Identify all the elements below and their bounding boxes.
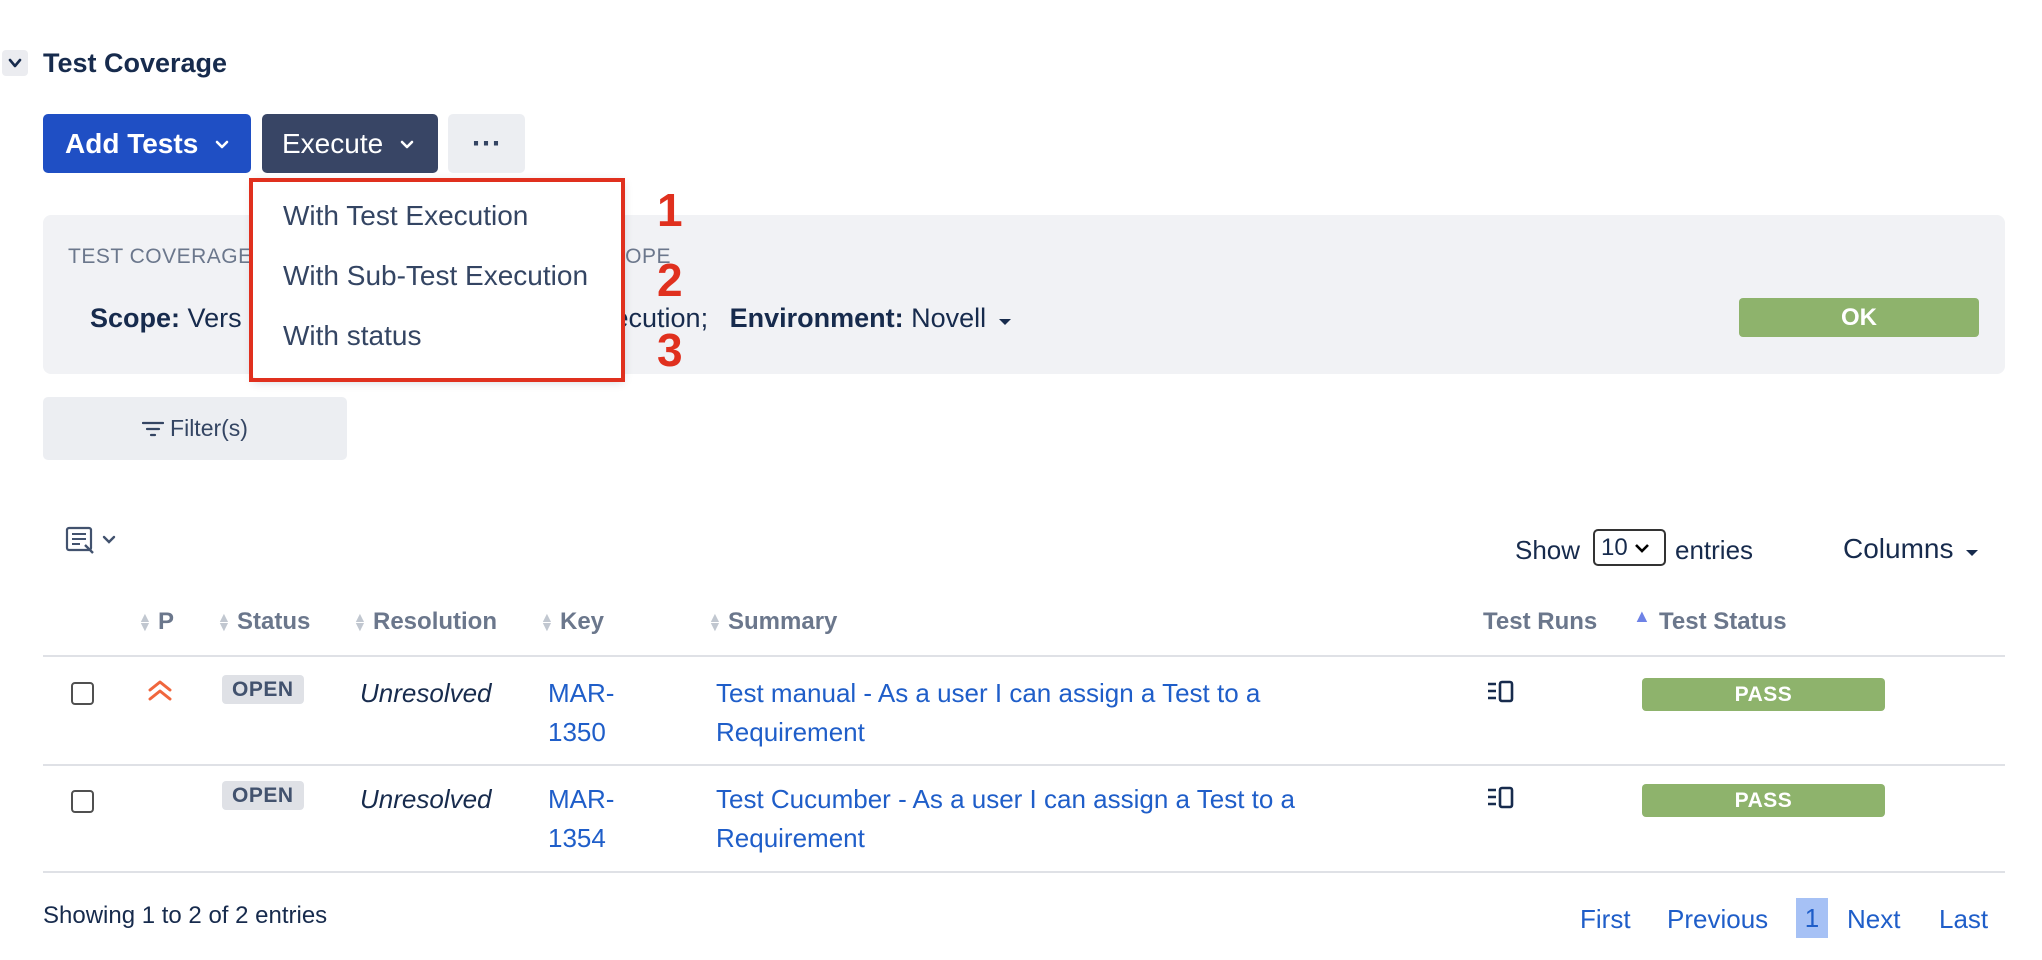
resolution-value: Unresolved: [360, 678, 492, 708]
page-size-select[interactable]: 10: [1593, 529, 1666, 566]
row-checkbox[interactable]: [71, 790, 94, 813]
scope-label: Scope:: [90, 303, 181, 333]
annotation-number-1: 1: [657, 184, 683, 236]
environment-value: Novell: [911, 303, 987, 333]
view-options-button[interactable]: [65, 525, 117, 555]
sort-icon: ▲ ▼: [138, 609, 152, 634]
column-header-resolution[interactable]: ▲ ▼ Resolution: [353, 608, 497, 636]
caret-down-icon: [1966, 550, 1979, 556]
filter-button[interactable]: Filter(s): [43, 397, 347, 460]
pagination-first[interactable]: First: [1580, 904, 1631, 935]
summary-line: Test manual - As a user I can assign a T…: [716, 678, 1261, 708]
status-lozenge: OPEN: [222, 675, 304, 704]
sort-ascending-icon: ▲: [1633, 605, 1651, 626]
column-header-test-status[interactable]: ▲ Test Status: [1633, 605, 1787, 636]
issue-key-link[interactable]: MAR- 1350: [548, 674, 614, 752]
column-header-label: Status: [237, 608, 311, 635]
column-header-label: P: [158, 608, 175, 635]
chevron-down-icon: [215, 140, 229, 148]
issue-key-line: MAR-: [548, 678, 615, 708]
test-status-badge: PASS: [1642, 784, 1885, 817]
sort-icon: ▲ ▼: [708, 609, 722, 634]
summary-link[interactable]: Test manual - As a user I can assign a T…: [716, 674, 1260, 752]
issue-status: OPEN: [222, 675, 304, 704]
section-title: Test Coverage: [43, 48, 228, 78]
column-header-label: Test Runs: [1483, 608, 1598, 635]
table-header-divider: [43, 655, 2005, 657]
entries-label: entries: [1675, 535, 1754, 565]
chevron-down-icon: [8, 58, 22, 68]
chevron-down-icon: [102, 535, 116, 544]
pagination-previous[interactable]: Previous: [1667, 904, 1768, 935]
ellipsis-icon: ⋯: [471, 127, 502, 160]
test-status-badge: PASS: [1642, 678, 1885, 711]
columns-button[interactable]: Columns: [1843, 533, 1979, 565]
environment-selector[interactable]: Novell: [911, 303, 1012, 333]
column-header-test-runs: Test Runs: [1483, 608, 1597, 636]
row-divider: [43, 764, 2005, 766]
panel-label-test-coverage: TEST COVERAGE: [68, 245, 253, 268]
execute-button[interactable]: Execute: [262, 114, 438, 173]
issue-key-line: 1350: [548, 717, 606, 747]
column-header-label: Test Status: [1659, 608, 1787, 635]
chevron-down-icon: [400, 140, 414, 148]
annotation-highlight-box: [249, 178, 625, 382]
showing-entries-text: Showing 1 to 2 of 2 entries: [43, 902, 328, 929]
issue-status: OPEN: [222, 781, 304, 810]
sort-icon: ▲ ▼: [540, 609, 554, 634]
column-header-label: Key: [560, 608, 605, 635]
annotation-number-3: 3: [657, 324, 683, 376]
add-tests-button[interactable]: Add Tests: [43, 114, 251, 173]
annotation-number-2: 2: [657, 254, 683, 306]
column-header-status[interactable]: ▲ ▼ Status: [217, 608, 310, 636]
resolution-value: Unresolved: [360, 784, 492, 814]
section-collapse-toggle[interactable]: [2, 50, 28, 76]
environment-label: Environment:: [729, 303, 904, 333]
list-view-icon: [65, 526, 94, 554]
summary-line: Requirement: [716, 823, 865, 853]
summary-line: Requirement: [716, 717, 865, 747]
pagination-last[interactable]: Last: [1939, 904, 1988, 935]
issue-key-link[interactable]: MAR- 1354: [548, 780, 614, 858]
more-actions-button[interactable]: ⋯: [448, 114, 525, 173]
column-header-label: Summary: [728, 608, 838, 635]
summary-link[interactable]: Test Cucumber - As a user I can assign a…: [716, 780, 1295, 858]
row-checkbox[interactable]: [71, 682, 94, 705]
chevron-down-icon: [1634, 543, 1649, 553]
execute-label: Execute: [282, 127, 384, 159]
page-size-value: 10: [1601, 533, 1628, 561]
filter-icon: [142, 421, 165, 436]
column-header-summary[interactable]: ▲ ▼ Summary: [708, 608, 837, 636]
pagination-current-page[interactable]: 1: [1796, 898, 1828, 938]
add-tests-label: Add Tests: [65, 127, 199, 159]
scope-row: Scope: Vers: [90, 303, 242, 334]
scope-value: Vers: [187, 303, 242, 333]
test-runs-icon[interactable]: [1486, 784, 1516, 817]
row-divider: [43, 871, 2005, 873]
status-lozenge: OPEN: [222, 781, 304, 810]
column-header-label: Resolution: [373, 608, 497, 635]
pagination-next[interactable]: Next: [1847, 904, 1900, 935]
caret-down-icon: [998, 319, 1011, 325]
issue-key-line: MAR-: [548, 784, 615, 814]
show-label: Show: [1515, 535, 1581, 565]
summary-line: Test Cucumber - As a user I can assign a…: [716, 784, 1296, 814]
priority-highest-icon: [146, 678, 174, 709]
filter-label: Filter(s): [170, 415, 248, 441]
coverage-status-badge: OK: [1739, 298, 1979, 337]
column-header-priority[interactable]: ▲ ▼ P: [138, 608, 174, 636]
column-header-key[interactable]: ▲ ▼ Key: [540, 608, 604, 636]
issue-key-line: 1354: [548, 823, 606, 853]
test-runs-icon[interactable]: [1486, 678, 1516, 711]
sort-icon: ▲ ▼: [217, 609, 231, 634]
columns-label: Columns: [1843, 533, 1954, 564]
sort-icon: ▲ ▼: [353, 609, 367, 634]
